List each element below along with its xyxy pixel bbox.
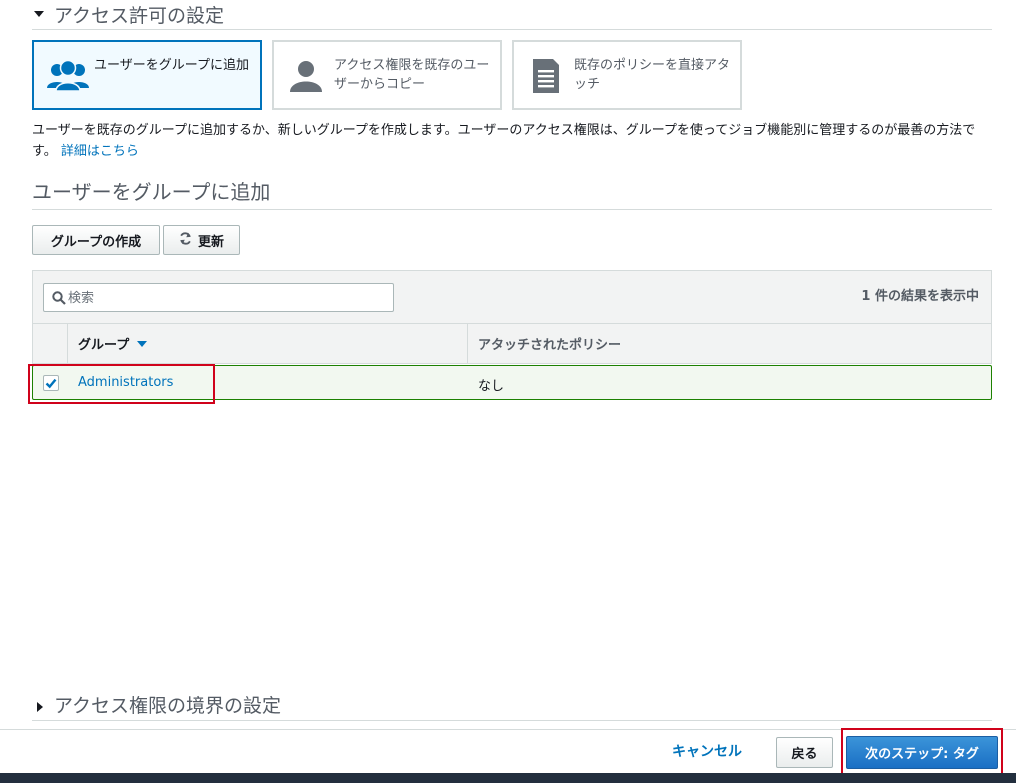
permissions-boundary-header[interactable]: アクセス権限の境界の設定	[32, 690, 992, 721]
access-settings-title: アクセス許可の設定	[54, 5, 225, 27]
option-copy-permissions[interactable]: アクセス権限を既存のユーザーからコピー	[272, 40, 502, 110]
add-to-group-title: ユーザーをグループに追加	[32, 180, 271, 204]
back-label: 戻る	[791, 747, 818, 762]
refresh-icon	[179, 231, 192, 249]
description: ユーザーを既存のグループに追加するか、新しいグループを作成します。ユーザーのアク…	[32, 120, 992, 162]
search-box[interactable]	[43, 283, 394, 312]
row-checkbox[interactable]	[43, 375, 59, 391]
cancel-button[interactable]: キャンセル	[672, 741, 742, 761]
users-group-icon	[46, 58, 90, 94]
permissions-boundary-title: アクセス権限の境界の設定	[54, 695, 282, 717]
column-policies-label: アタッチされたポリシー	[478, 338, 622, 353]
option-label: 既存のポリシーを直接アタッチ	[574, 58, 731, 92]
table-toolbar: 1 件の結果を表示中	[32, 270, 992, 323]
table-header: グループ アタッチされたポリシー	[32, 323, 992, 364]
refresh-button[interactable]: 更新	[163, 225, 240, 255]
create-group-label: グループの作成	[50, 234, 142, 250]
option-label: ユーザーをグループに追加	[94, 58, 249, 73]
sort-desc-icon	[137, 340, 148, 347]
back-button[interactable]: 戻る	[776, 737, 833, 768]
column-header-attached-policies: アタッチされたポリシー	[468, 324, 991, 363]
footer-divider	[0, 729, 1016, 730]
column-header-group[interactable]: グループ	[68, 324, 468, 363]
checkmark-icon	[45, 378, 57, 389]
attached-policies-cell: なし	[478, 379, 505, 394]
next-step-tags-button[interactable]: 次のステップ: タグ	[846, 736, 998, 769]
result-count: 1 件の結果を表示中	[861, 289, 979, 304]
learn-more-link[interactable]: 詳細はこちら	[61, 144, 139, 159]
option-attach-policies[interactable]: 既存のポリシーを直接アタッチ	[512, 40, 742, 110]
refresh-label: 更新	[197, 234, 224, 250]
table-row[interactable]: Administrators なし	[32, 365, 992, 400]
bottom-console-bar	[0, 773, 1016, 783]
column-group-label: グループ	[78, 338, 130, 353]
group-link[interactable]: Administrators	[78, 375, 173, 390]
caret-right-icon	[37, 702, 43, 712]
document-icon	[526, 58, 570, 94]
add-to-group-header: ユーザーをグループに追加	[32, 176, 992, 210]
create-group-button[interactable]: グループの作成	[32, 225, 160, 255]
option-label: アクセス権限を既存のユーザーからコピー	[334, 58, 490, 92]
search-input[interactable]	[68, 288, 388, 308]
access-settings-header[interactable]: アクセス許可の設定	[32, 0, 992, 30]
user-icon	[286, 58, 330, 94]
header-checkbox-cell	[33, 324, 68, 363]
caret-down-icon	[34, 11, 44, 17]
option-add-to-group[interactable]: ユーザーをグループに追加	[32, 40, 262, 110]
description-text: ユーザーを既存のグループに追加するか、新しいグループを作成します。ユーザーのアク…	[32, 123, 976, 159]
groups-table: 1 件の結果を表示中 グループ アタッチされたポリシー Administrato…	[32, 270, 992, 401]
